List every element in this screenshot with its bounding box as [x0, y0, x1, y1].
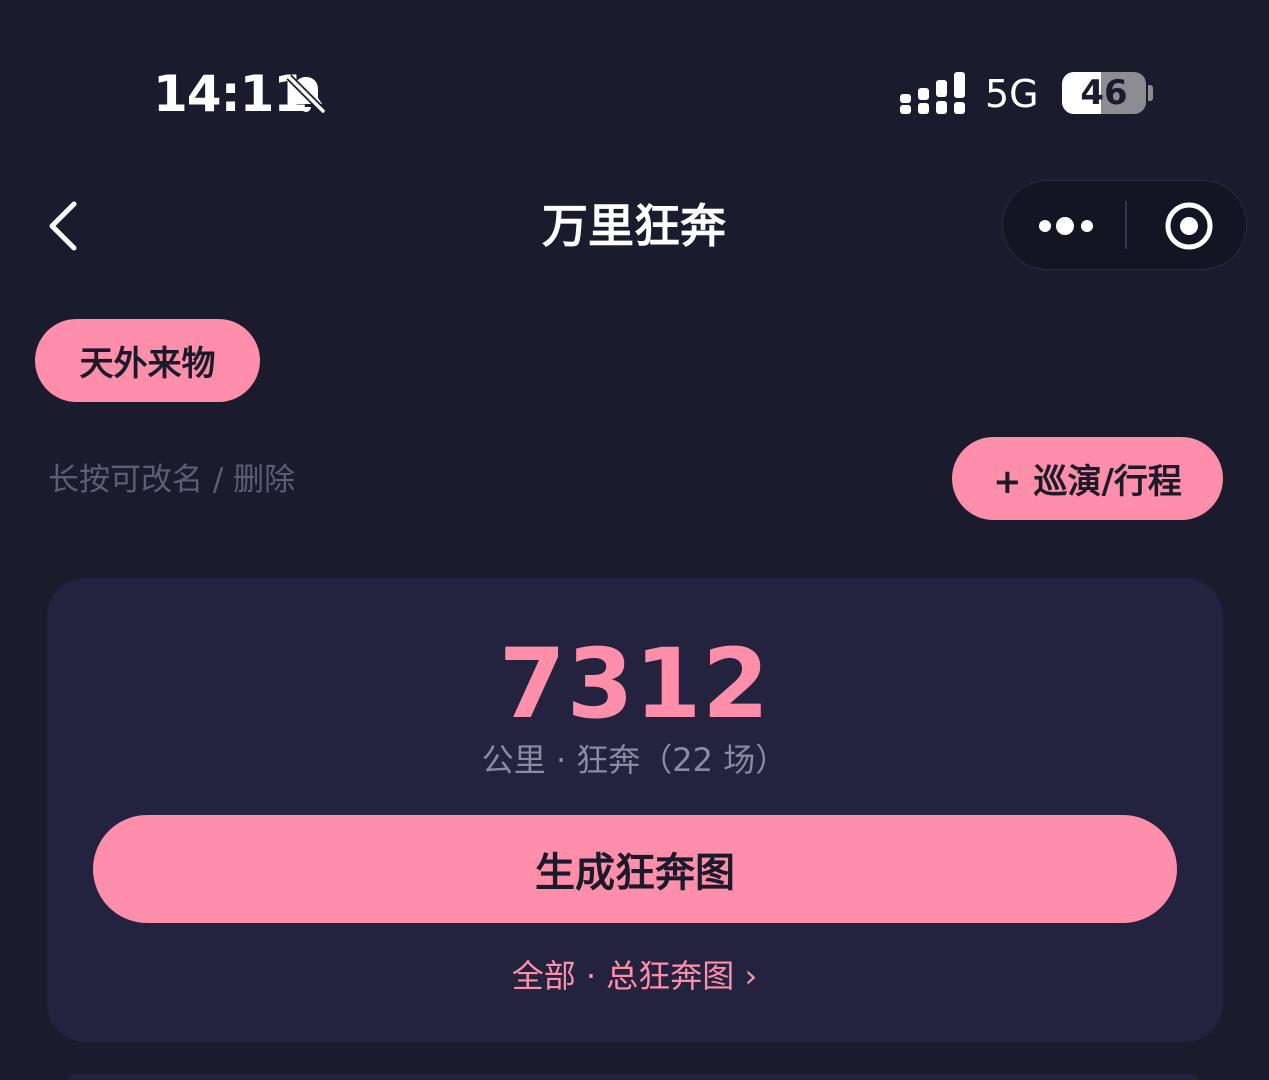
network-type: 5G: [985, 72, 1039, 116]
hint-text: 长按可改名 / 删除: [48, 462, 296, 498]
distance-caption: 公里 · 狂奔（22 场）: [481, 741, 788, 779]
battery-level: 46: [1080, 73, 1128, 113]
close-icon[interactable]: [1127, 181, 1247, 269]
back-icon[interactable]: [44, 198, 84, 254]
battery-cap: [1148, 85, 1153, 101]
tag-chip[interactable]: 天外来物: [35, 319, 260, 402]
add-tour-button[interactable]: + 巡演/行程: [952, 437, 1223, 520]
tag-chip-label: 天外来物: [79, 344, 216, 384]
page-title: 万里狂奔: [542, 199, 726, 253]
mini-program-capsule: [1002, 180, 1247, 270]
generate-map-button[interactable]: 生成狂奔图: [93, 815, 1177, 923]
next-card-edge: [68, 1074, 1198, 1080]
distance-value: 7312: [498, 628, 771, 740]
bell-muted-icon: [286, 74, 326, 114]
add-tour-button-label: + 巡演/行程: [993, 462, 1182, 502]
signal-icon: [900, 72, 965, 114]
generate-map-button-label: 生成狂奔图: [535, 850, 735, 896]
more-icon[interactable]: [1003, 181, 1125, 269]
all-total-map-link[interactable]: 全部 · 总狂奔图 ›: [0, 952, 1269, 1000]
battery-icon: 46: [1062, 72, 1146, 114]
